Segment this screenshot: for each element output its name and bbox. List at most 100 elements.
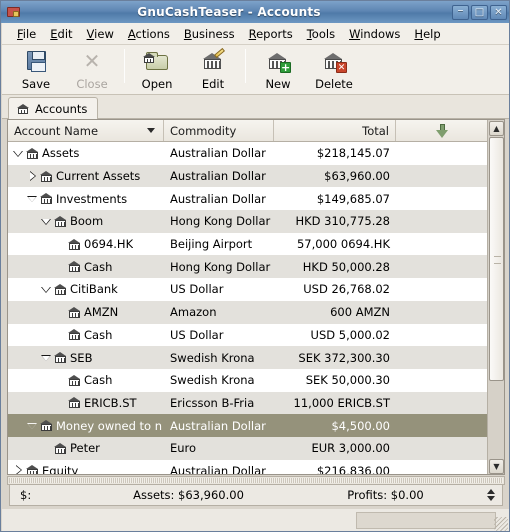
scroll-up-icon: ▲ — [493, 124, 500, 133]
save-label: Save — [21, 77, 51, 91]
row-total-cell: $218,145.07 — [316, 146, 390, 161]
menu-bar: File Edit View Actions Business Reports … — [2, 23, 509, 45]
menu-view[interactable]: View — [80, 25, 121, 43]
expander-open-icon[interactable] — [26, 192, 39, 205]
table-row[interactable]: SEB Swedish Krona SEK 372,300.30 — [8, 346, 489, 369]
row-total-cell: $216,836.00 — [316, 463, 390, 475]
row-account-name-cell: Assets — [8, 146, 164, 160]
column-chooser-button[interactable] — [396, 120, 489, 141]
minimize-button[interactable]: – — [452, 2, 469, 20]
bank-icon — [68, 397, 81, 409]
row-commodity-cell: Swedish Krona — [170, 350, 255, 365]
tab-accounts-label: Accounts — [35, 102, 88, 116]
expander-closed-icon[interactable] — [12, 464, 25, 474]
tree-vertical-scrollbar[interactable]: ▲ ▼ — [487, 120, 504, 474]
resize-grip[interactable] — [494, 517, 508, 531]
table-row[interactable]: Investments Australian Dollar $149,685.07 — [8, 187, 489, 211]
scroll-thumb[interactable] — [489, 137, 504, 381]
summary-profits: Profits: $0.00 — [347, 488, 424, 502]
spinner-down-icon[interactable] — [487, 496, 495, 501]
table-row[interactable]: Assets Australian Dollar $218,145.07 — [8, 142, 489, 165]
toolbar: Save ✕ Close Open Edit + New ✕ Delete — [2, 45, 509, 95]
row-account-name-label: Assets — [42, 146, 80, 161]
table-row[interactable]: AMZN Amazon 600 AMZN — [8, 300, 489, 324]
row-account-name-cell: 0694.HK — [8, 237, 164, 251]
expander-open-icon[interactable] — [40, 351, 53, 364]
menu-actions[interactable]: Actions — [121, 25, 177, 43]
open-button[interactable]: Open — [129, 45, 185, 91]
row-commodity-cell: Australian Dollar — [170, 146, 266, 161]
title-bar[interactable]: GnuCashTeaser - Accounts – □ ✕ — [1, 1, 509, 23]
row-total-cell: $4,500.00 — [331, 418, 390, 433]
table-row[interactable]: CitiBank US Dollar USD 26,768.02 — [8, 278, 489, 301]
expander-open-icon[interactable] — [40, 215, 53, 228]
menu-tools[interactable]: Tools — [300, 25, 342, 43]
tree-header: Account Name Commodity Total — [8, 120, 489, 142]
row-account-name-cell: Money owned to n — [8, 419, 164, 433]
row-account-name-cell: SEB — [8, 351, 164, 365]
row-commodity-cell: Ericsson B-Fria — [170, 395, 255, 410]
table-row[interactable]: Current Assets Australian Dollar $63,960.0… — [8, 164, 489, 188]
table-row[interactable]: Cash Hong Kong Dollar HKD 50,000.28 — [8, 255, 489, 279]
summary-spinner[interactable] — [484, 486, 498, 504]
maximize-icon: □ — [474, 6, 485, 18]
column-header-account-name[interactable]: Account Name — [8, 120, 164, 141]
menu-help[interactable]: Help — [407, 25, 447, 43]
row-account-name-label: AMZN — [84, 305, 119, 320]
tab-accounts[interactable]: Accounts — [8, 97, 99, 120]
toolbar-separator-1 — [124, 49, 125, 83]
expander-open-icon[interactable] — [40, 283, 53, 296]
row-commodity-cell: US Dollar — [170, 282, 224, 297]
row-account-name-label: SEB — [70, 350, 93, 365]
table-row[interactable]: ERICB.ST Ericsson B-Fria 11,000 ERICB.ST — [8, 391, 489, 415]
menu-business[interactable]: Business — [177, 25, 242, 43]
column-header-commodity[interactable]: Commodity — [164, 120, 274, 141]
row-account-name-label: Current Assets — [56, 169, 141, 184]
bank-icon — [68, 306, 81, 318]
row-total-cell: $63,960.00 — [324, 169, 390, 184]
column-header-total[interactable]: Total — [274, 120, 396, 141]
table-row[interactable]: 0694.HK Beijing Airport 57,000 0694.HK — [8, 232, 489, 256]
menu-file[interactable]: File — [10, 25, 43, 43]
save-button[interactable]: Save — [8, 45, 64, 91]
column-header-commodity-label: Commodity — [170, 123, 237, 138]
table-row[interactable]: Boom Hong Kong Dollar HKD 310,775.28 — [8, 210, 489, 233]
menu-edit[interactable]: Edit — [43, 25, 79, 43]
table-row[interactable]: Peter Euro EUR 3,000.00 — [8, 436, 489, 460]
new-account-button[interactable]: + New — [250, 45, 306, 91]
summary-bar: $: Assets: $63,960.00 Profits: $0.00 — [9, 484, 503, 506]
table-row[interactable]: Equity Australian Dollar $216,836.00 — [8, 459, 489, 475]
scroll-up-button[interactable]: ▲ — [489, 121, 504, 136]
expander-open-icon[interactable] — [26, 419, 39, 432]
bank-icon — [54, 215, 67, 227]
row-commodity-cell: Australian Dollar — [170, 463, 266, 475]
row-account-name-label: 0694.HK — [84, 237, 134, 252]
row-account-name-cell: Peter — [8, 441, 164, 455]
edit-button[interactable]: Edit — [185, 45, 241, 91]
row-commodity-cell: Euro — [170, 441, 197, 456]
maximize-button[interactable]: □ — [471, 4, 488, 20]
row-total-cell: $149,685.07 — [316, 191, 390, 206]
menu-reports[interactable]: Reports — [242, 25, 300, 43]
minimize-icon: – — [457, 2, 464, 17]
row-account-name-cell: Equity — [8, 464, 164, 474]
spinner-up-icon[interactable] — [487, 489, 495, 494]
new-bank-plus-icon: + — [265, 49, 291, 74]
expander-open-icon[interactable] — [12, 147, 25, 160]
scroll-down-button[interactable]: ▼ — [489, 459, 504, 474]
menu-windows[interactable]: Windows — [342, 25, 407, 43]
table-row[interactable]: Cash Swedish Krona SEK 50,000.30 — [8, 368, 489, 392]
column-header-account-name-label: Account Name — [14, 123, 99, 138]
row-account-name-label: Cash — [84, 259, 113, 274]
row-account-name-label: CitiBank — [70, 282, 118, 297]
expander-closed-icon[interactable] — [26, 170, 39, 183]
status-progress-panel — [356, 512, 496, 529]
row-commodity-cell: Swedish Krona — [170, 373, 255, 388]
close-button[interactable]: ✕ — [490, 4, 507, 20]
table-row[interactable]: Cash US Dollar USD 5,000.02 — [8, 323, 489, 347]
row-account-name-cell: Current Assets — [8, 169, 164, 183]
table-row[interactable]: Money owned to n Australian Dollar $4,500.… — [8, 414, 489, 437]
delete-account-button[interactable]: ✕ Delete — [306, 45, 362, 91]
